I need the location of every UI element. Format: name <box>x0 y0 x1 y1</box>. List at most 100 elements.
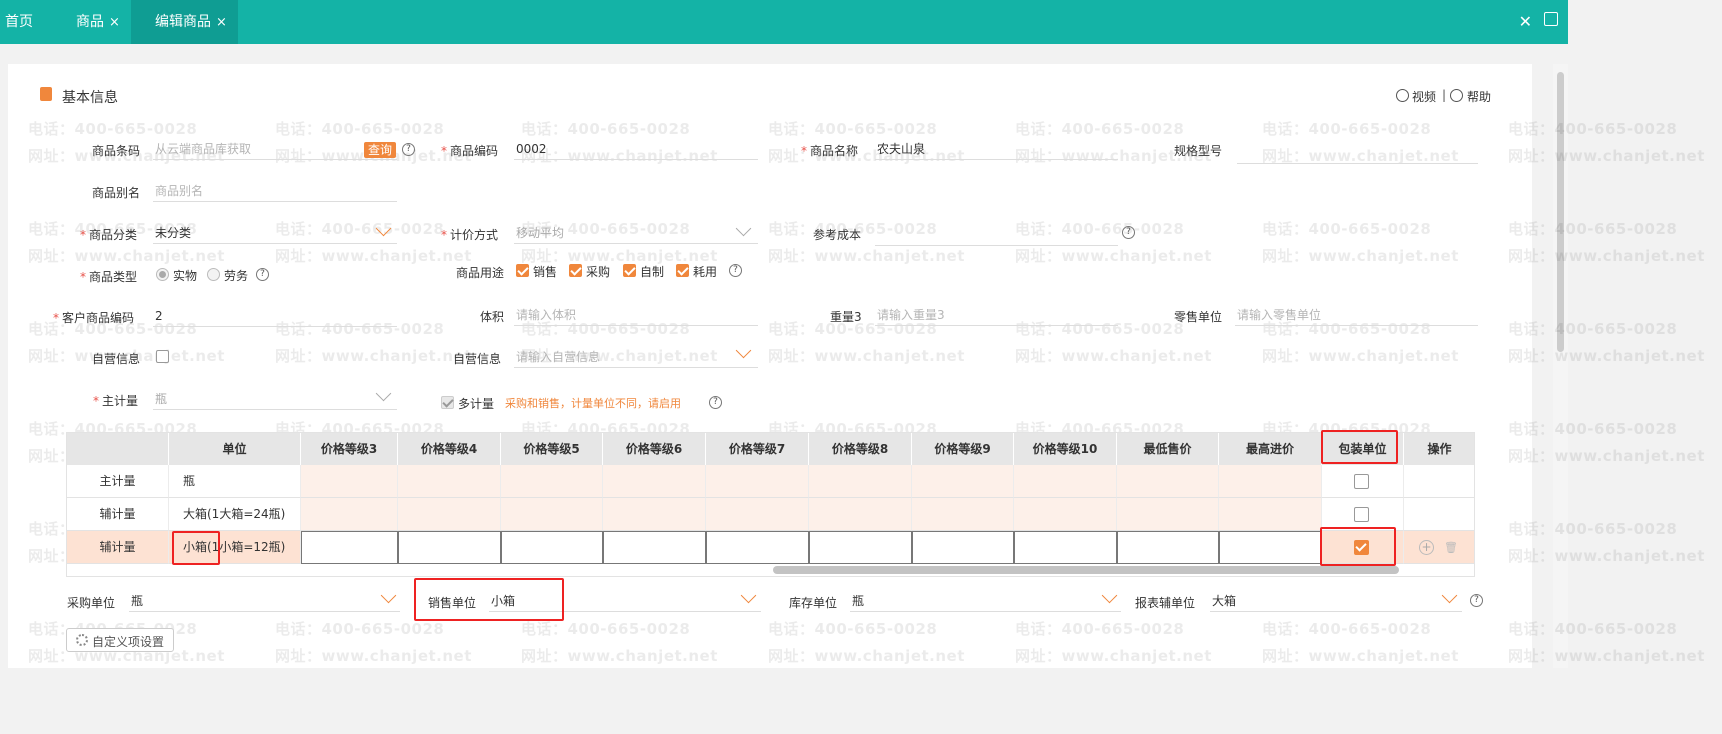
help-icon[interactable] <box>1450 89 1463 102</box>
query-button[interactable]: 查询 <box>364 142 396 158</box>
usage-purchase-checkbox[interactable] <box>569 264 582 277</box>
question-icon[interactable]: ? <box>1470 594 1483 607</box>
name-input[interactable]: 农夫山泉 <box>875 140 1118 160</box>
custom-settings-label: 自定义项设置 <box>92 635 165 649</box>
grid-price-cell[interactable] <box>501 498 603 531</box>
category-select[interactable]: 未分类 <box>153 224 397 244</box>
mainunit-select[interactable]: 瓶 <box>153 390 397 410</box>
usage-consume-checkbox[interactable] <box>676 264 689 277</box>
selfop-label: 自营信息 <box>92 352 141 366</box>
grid-price-cell[interactable] <box>1117 531 1219 564</box>
question-icon[interactable]: ? <box>256 268 269 281</box>
grid-price-cell[interactable] <box>912 465 1014 498</box>
grid-price-cell[interactable] <box>301 531 398 564</box>
grid-price-cell[interactable] <box>706 465 809 498</box>
grid-price-cell[interactable] <box>1219 498 1322 531</box>
grid-price-cell[interactable] <box>706 531 809 564</box>
horizontal-scrollbar[interactable] <box>773 566 1399 574</box>
tab-home[interactable]: 首页 <box>5 0 33 44</box>
trash-icon[interactable]: 🗑 <box>1444 531 1458 563</box>
custcode-input[interactable]: 2 <box>153 307 397 327</box>
pricing-label: * 计价方式 <box>441 228 499 242</box>
question-icon[interactable]: ? <box>1122 226 1135 239</box>
usage-self-checkbox[interactable] <box>623 264 636 277</box>
stock-unit-select[interactable]: 瓶 <box>850 592 1121 612</box>
grid-row-unit[interactable]: 大箱(1大箱=24瓶) <box>169 498 301 531</box>
refcost-input[interactable] <box>875 226 1118 246</box>
grid-price-cell[interactable] <box>301 465 398 498</box>
grid-row-unit[interactable]: 瓶 <box>169 465 301 498</box>
scrollbar-thumb[interactable] <box>1557 72 1564 352</box>
vertical-scrollbar[interactable] <box>1553 64 1568 668</box>
grid-price-cell[interactable] <box>1014 465 1117 498</box>
radio-service[interactable] <box>207 268 220 281</box>
grid-price-cell[interactable] <box>809 465 912 498</box>
retailunit-input[interactable]: 请输入零售单位 <box>1235 306 1478 326</box>
grid-price-cell[interactable] <box>301 498 398 531</box>
pack-unit-checkbox[interactable] <box>1354 474 1369 489</box>
code-input[interactable]: 0002 <box>514 140 758 160</box>
grid-price-cell[interactable] <box>398 531 501 564</box>
spec-input[interactable] <box>1237 144 1478 164</box>
grid-price-cell[interactable] <box>1014 498 1117 531</box>
purchase-unit-select[interactable]: 瓶 <box>129 592 400 612</box>
grid-header-9: 价格等级10 <box>1014 433 1117 465</box>
barcode-input[interactable]: 从云端商品库获取 <box>153 140 397 160</box>
tab-home-label: 首页 <box>5 14 33 30</box>
video-link[interactable]: 视频 <box>1412 88 1436 105</box>
fullscreen-icon[interactable] <box>1544 12 1558 26</box>
category-label-text: 商品分类 <box>89 228 138 242</box>
grid-price-cell[interactable] <box>603 465 706 498</box>
custom-settings-button[interactable]: 自定义项设置 <box>66 628 174 652</box>
question-icon[interactable]: ? <box>729 264 742 277</box>
alias-input[interactable]: 商品别名 <box>153 182 397 202</box>
grid-price-cell[interactable] <box>1219 531 1322 564</box>
grid-price-cell[interactable] <box>706 498 809 531</box>
pack-unit-checkbox[interactable] <box>1354 540 1369 555</box>
window-close-icon[interactable]: ✕ <box>1519 12 1532 31</box>
grid-row-type: 辅计量 <box>67 498 169 531</box>
code-label-text: 商品编码 <box>450 144 499 158</box>
question-icon[interactable]: ? <box>709 396 722 409</box>
add-row-icon[interactable]: + <box>1419 540 1434 555</box>
video-icon[interactable] <box>1396 89 1409 102</box>
question-icon[interactable]: ? <box>402 143 415 156</box>
watermark-text: 网址：www.chanjet.net <box>1508 247 1705 265</box>
selfop-checkbox[interactable] <box>156 350 169 363</box>
grid-price-cell[interactable] <box>1117 498 1219 531</box>
grid-row-unit[interactable]: 小箱(1小箱=12瓶) <box>169 531 301 564</box>
retailunit-label: 零售单位 <box>1174 310 1223 324</box>
grid-price-cell[interactable] <box>912 531 1014 564</box>
sales-unit-select[interactable]: 小箱 <box>489 592 761 612</box>
close-icon[interactable]: × <box>109 15 120 30</box>
tab-product[interactable]: 商品 × <box>64 0 130 44</box>
usage-sales-checkbox[interactable] <box>516 264 529 277</box>
close-icon[interactable]: × <box>216 15 227 30</box>
grid-price-cell[interactable] <box>1219 465 1322 498</box>
grid-price-cell[interactable] <box>809 498 912 531</box>
grid-header-7: 价格等级8 <box>809 433 912 465</box>
grid-price-cell[interactable] <box>501 465 603 498</box>
grid-price-cell[interactable] <box>912 498 1014 531</box>
pack-unit-checkbox[interactable] <box>1354 507 1369 522</box>
grid-price-cell[interactable] <box>809 531 912 564</box>
volume-input[interactable]: 请输入体积 <box>514 306 758 326</box>
weight-input[interactable]: 请输入重量3 <box>875 306 1118 326</box>
help-link[interactable]: 帮助 <box>1467 88 1491 105</box>
selfop2-select[interactable]: 请输入自营信息 <box>514 348 758 368</box>
multi-unit-checkbox[interactable] <box>441 396 454 409</box>
report-unit-select[interactable]: 大箱 <box>1210 592 1462 612</box>
grid-price-cell[interactable] <box>398 498 501 531</box>
watermark-text: 网址：www.chanjet.net <box>1508 547 1705 565</box>
pricing-select[interactable]: 移动平均 <box>514 224 758 244</box>
grid-price-cell[interactable] <box>1014 531 1117 564</box>
usage-purchase-label: 采购 <box>586 265 611 279</box>
grid-price-cell[interactable] <box>603 498 706 531</box>
grid-price-cell[interactable] <box>398 465 501 498</box>
grid-price-cell[interactable] <box>603 531 706 564</box>
tab-edit-product[interactable]: 编辑商品 × <box>131 0 238 44</box>
grid-price-cell[interactable] <box>1117 465 1219 498</box>
radio-physical[interactable] <box>156 268 169 281</box>
unit-grid: 单位 价格等级3 价格等级4 价格等级5 价格等级6 价格等级7 价格等级8 价格等级9 价格等… <box>66 432 1475 577</box>
grid-price-cell[interactable] <box>501 531 603 564</box>
